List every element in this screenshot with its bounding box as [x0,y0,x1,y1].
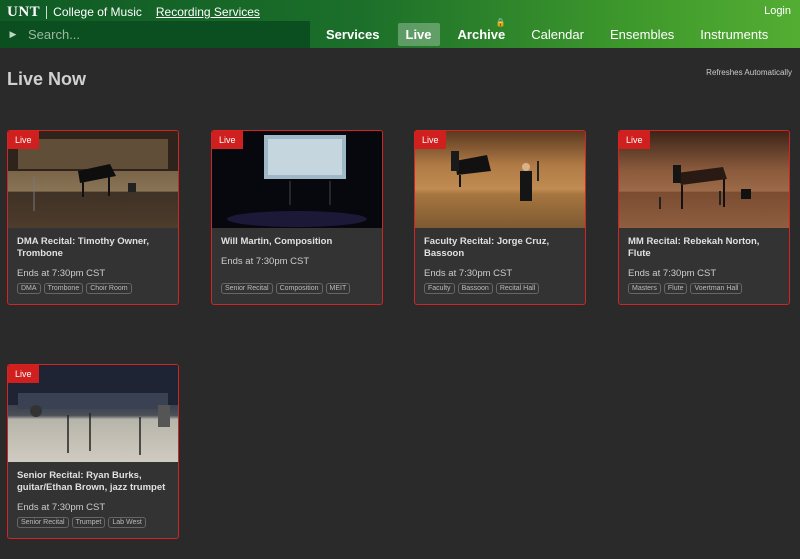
stream-card[interactable]: Live Will Martin, Composition Ends at 7:… [211,130,383,305]
tag[interactable]: DMA [17,283,41,294]
tag[interactable]: Senior Recital [17,517,69,528]
live-badge: Live [212,131,243,149]
card-title[interactable]: Will Martin, Composition [221,236,373,248]
live-badge: Live [8,131,39,149]
tag-list: Masters Flute Voertman Hall [628,283,743,294]
stream-card[interactable]: Live MM Recital: Rebekah Norton, Flute E… [618,130,790,305]
card-time: Ends at 7:30pm CST [221,255,310,267]
search-input[interactable] [26,26,290,43]
card-time: Ends at 7:30pm CST [17,501,106,513]
tag-list: DMA Trombone Choir Room [17,283,132,294]
card-title[interactable]: Senior Recital: Ryan Burks, guitar/Ethan… [17,470,169,494]
page-title: Live Now [7,69,87,89]
card-title[interactable]: Faculty Recital: Jorge Cruz, Bassoon [424,236,576,260]
brand: UNT College of Music Recording Services [7,4,260,20]
nav-archive-label: Archive [457,26,506,42]
stream-thumbnail[interactable]: Live [619,131,789,228]
tag[interactable]: Faculty [424,283,455,294]
stream-thumbnail[interactable]: Live [212,131,382,228]
tag[interactable]: Composition [275,283,323,294]
tag[interactable]: Masters [628,283,661,294]
school-link[interactable]: College of Music [53,5,142,19]
nav-instruments[interactable]: Instruments [692,23,776,46]
search-bar: ▶ [0,21,310,48]
tag-list: Faculty Bassoon Recital Hall [424,283,540,294]
stream-thumbnail[interactable]: Live [415,131,585,228]
tag[interactable]: Trumpet [71,517,106,528]
stream-thumbnail[interactable]: Live [8,365,178,462]
login-link[interactable]: Login [764,5,791,17]
tag[interactable]: Recital Hall [495,283,540,294]
live-badge: Live [619,131,650,149]
card-time: Ends at 7:30pm CST [17,267,106,279]
live-badge: Live [8,365,39,383]
card-time: Ends at 7:30pm CST [424,267,513,279]
tag-list: Senior Recital Trumpet Lab West [17,517,146,528]
tag[interactable]: Bassoon [457,283,493,294]
stream-card[interactable]: Live Senior Recital: Ryan Burks, guitar/… [7,364,179,539]
main-nav: Services Live Archive 🔒 Calendar Ensembl… [318,18,786,46]
tag-list: Senior Recital Composition MEIT [221,283,351,294]
tag[interactable]: Voertman Hall [690,283,743,294]
tag[interactable]: Lab West [108,517,146,528]
card-title[interactable]: DMA Recital: Timothy Owner, Trombone [17,236,169,260]
nav-archive[interactable]: Archive 🔒 [450,18,514,46]
card-time: Ends at 7:30pm CST [628,267,717,279]
tag[interactable]: Flute [663,283,688,294]
live-badge: Live [415,131,446,149]
nav-ensembles[interactable]: Ensembles [602,23,682,46]
unt-logo[interactable]: UNT [7,4,40,21]
brand-divider [46,5,48,19]
stream-card[interactable]: Live Faculty Recital: Jorge Cruz, Bassoo… [414,130,586,305]
card-title[interactable]: MM Recital: Rebekah Norton, Flute [628,236,780,260]
recording-services-link[interactable]: Recording Services [156,5,260,19]
refresh-note: Refreshes Automatically [706,68,792,77]
tag[interactable]: Trombone [43,283,84,294]
chevron-right-icon[interactable]: ▶ [0,29,26,40]
nav-services[interactable]: Services [318,23,388,46]
lock-icon: 🔒 [495,17,506,27]
top-bar: UNT College of Music Recording Services … [0,0,800,48]
nav-calendar[interactable]: Calendar [523,23,592,46]
stream-thumbnail[interactable]: Live [8,131,178,228]
tag[interactable]: Senior Recital [221,283,273,294]
tag[interactable]: Choir Room [86,283,132,294]
nav-live[interactable]: Live [397,22,440,46]
stream-card[interactable]: Live DMA Recital: Timothy Owner, Trombon… [7,130,179,305]
tag[interactable]: MEIT [325,283,351,294]
